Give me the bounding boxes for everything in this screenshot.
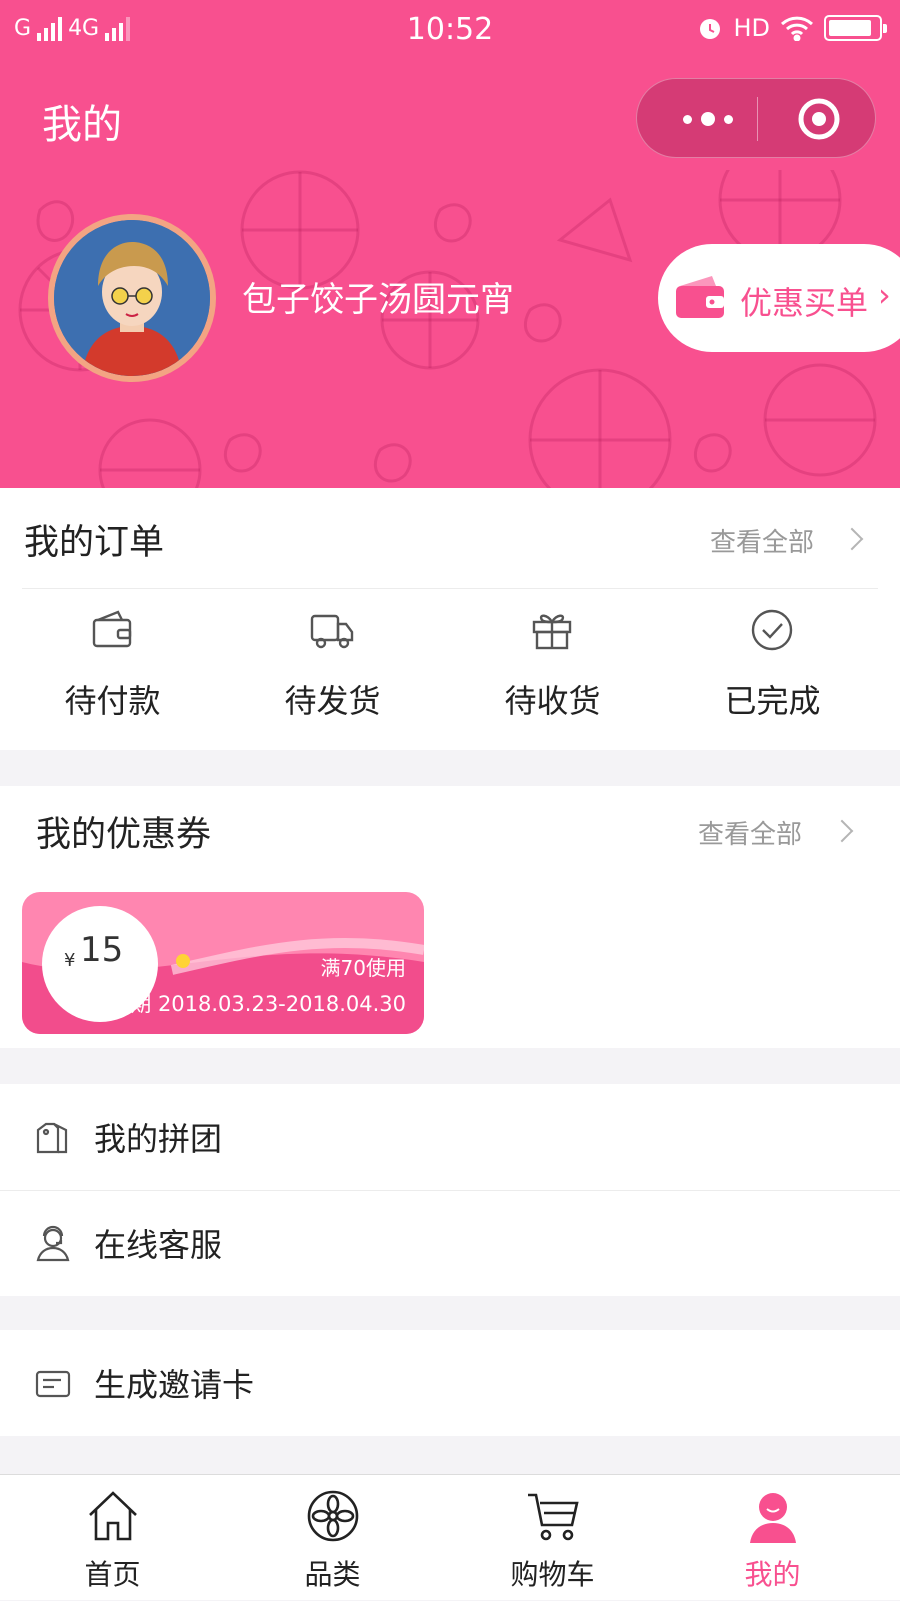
menu-item-invite-card[interactable]: 生成邀请卡 [0, 1330, 900, 1436]
tab-label: 购物车 [510, 1558, 595, 1591]
bottom-tab-bar: 首页 品类 购物车 我的 [0, 1474, 900, 1600]
coupon-amount: 15 [80, 930, 124, 970]
tab-label: 我的 [744, 1558, 801, 1591]
coupon-validity: 有效期 2018.03.23-2018.04.30 [88, 992, 406, 1016]
status-right: HD [697, 14, 887, 42]
status-bar: G 4G 10:52 HD [0, 0, 900, 60]
my-coupons-section: 我的优惠券 查看全部 ¥ 15 满70使用 有效期 2018.03.23-201… [0, 786, 900, 1048]
check-circle-icon [751, 609, 793, 651]
coupon-card[interactable]: ¥ 15 满70使用 有效期 2018.03.23-2018.04.30 [22, 892, 424, 1034]
orders-title: 我的订单 [24, 523, 165, 563]
truck-icon [310, 614, 354, 649]
username: 包子饺子汤圆元宵 [242, 280, 514, 320]
hd-label: HD [733, 14, 770, 42]
discount-pay-label: 优惠买单 [740, 284, 869, 322]
order-item-label: 待付款 [64, 682, 161, 720]
user-icon [750, 1493, 796, 1543]
chevron-right-icon [840, 527, 864, 551]
cart-icon [528, 1493, 579, 1541]
chevron-right-icon [830, 819, 854, 843]
avatar-illustration [54, 220, 210, 376]
coupons-see-all-link[interactable]: 查看全部 [698, 814, 802, 851]
order-item-label: 待发货 [284, 682, 381, 720]
discount-pay-button[interactable]: 优惠买单 › [658, 244, 900, 352]
tab-home[interactable]: 首页 [0, 1475, 225, 1601]
menu-item-label: 生成邀请卡 [94, 1366, 255, 1404]
close-target-icon[interactable] [797, 97, 841, 141]
menu-item-label: 在线客服 [94, 1226, 223, 1264]
menu-group: 生成邀请卡 [0, 1330, 900, 1436]
wifi-icon [780, 16, 814, 41]
coupon-dot-decoration [176, 954, 190, 968]
order-pending-shipment[interactable]: 待发货 [220, 606, 445, 736]
miniprogram-capsule [636, 78, 876, 158]
category-icon [307, 1490, 359, 1542]
avatar[interactable] [48, 214, 216, 382]
customer-service-icon [36, 1225, 70, 1262]
capsule-divider [757, 97, 758, 141]
group-buy-tag-icon [36, 1122, 68, 1154]
tab-label: 品类 [304, 1558, 361, 1591]
home-icon [89, 1491, 137, 1541]
coupon-currency: ¥ [64, 950, 76, 971]
page-title: 我的 [42, 102, 122, 148]
tab-category[interactable]: 品类 [220, 1475, 445, 1601]
order-completed[interactable]: 已完成 [660, 606, 885, 736]
orders-see-all-link[interactable]: 查看全部 [710, 522, 814, 559]
tab-label: 首页 [84, 1558, 141, 1591]
order-pending-receipt[interactable]: 待收货 [440, 606, 665, 736]
order-item-label: 待收货 [504, 682, 601, 720]
tab-me[interactable]: 我的 [660, 1475, 885, 1601]
menu-item-label: 我的拼团 [94, 1120, 223, 1158]
menu-group: 我的拼团 在线客服 [0, 1084, 900, 1296]
more-options-icon[interactable] [673, 79, 743, 159]
my-orders-section: 我的订单 查看全部 待付款 待发货 待收货 已完成 [0, 488, 900, 750]
battery-icon [824, 15, 887, 41]
orders-divider [22, 588, 878, 589]
wallet-icon [92, 610, 132, 648]
profile-header: G 4G 10:52 HD 我的 包子饺子汤圆元宵 优惠买单 › [0, 0, 900, 488]
order-pending-payment[interactable]: 待付款 [0, 606, 225, 736]
wallet-icon [676, 276, 724, 318]
gift-icon [532, 614, 572, 650]
order-item-label: 已完成 [724, 682, 821, 720]
menu-item-group-buy[interactable]: 我的拼团 [0, 1084, 900, 1190]
menu-item-customer-service[interactable]: 在线客服 [0, 1190, 900, 1296]
coupons-title: 我的优惠券 [36, 815, 212, 855]
tab-cart[interactable]: 购物车 [440, 1475, 665, 1601]
alarm-icon [700, 19, 721, 39]
chevron-right-icon: › [878, 276, 891, 314]
coupon-condition: 满70使用 [320, 956, 406, 980]
invite-card-icon [35, 1370, 71, 1398]
